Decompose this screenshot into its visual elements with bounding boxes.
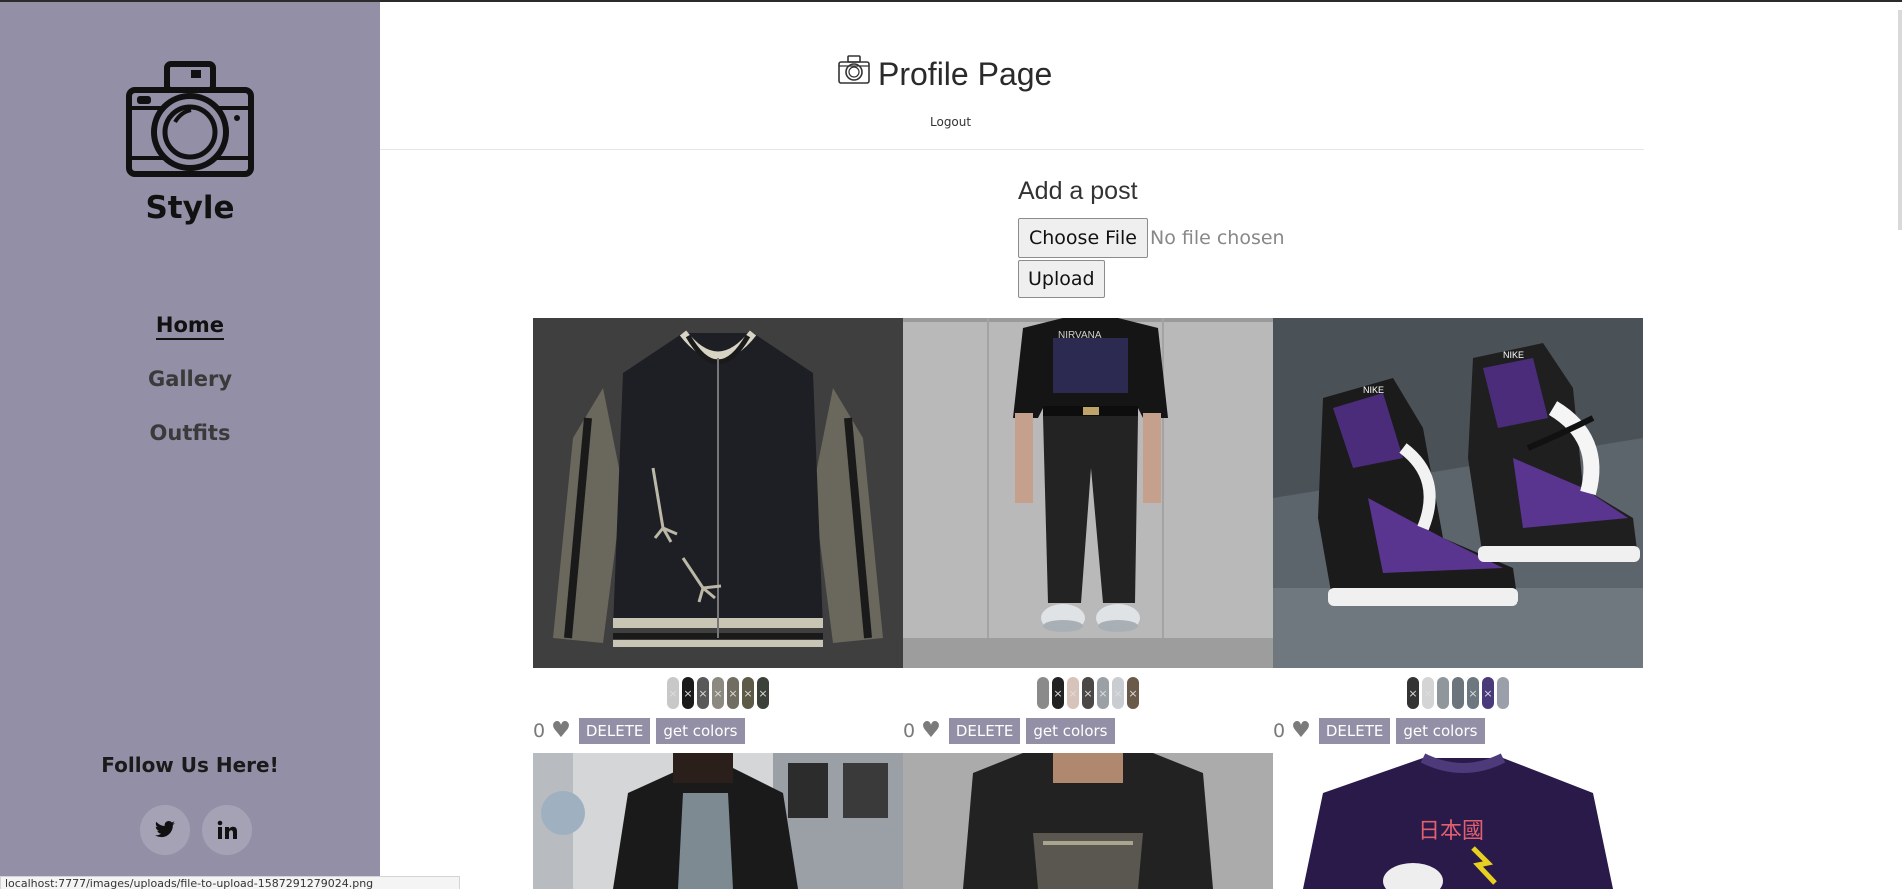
- nav-item-label: Gallery: [147, 367, 233, 391]
- color-swatch[interactable]: ×: [1127, 677, 1139, 709]
- color-swatches: × × × × × × ×: [533, 677, 903, 709]
- twitter-icon[interactable]: [140, 805, 190, 855]
- svg-text:NIKE: NIKE: [1503, 350, 1524, 360]
- scrollbar[interactable]: [1898, 10, 1902, 230]
- svg-text:NIRVANA: NIRVANA: [1058, 330, 1102, 341]
- color-swatch[interactable]: ×: [697, 677, 709, 709]
- svg-text:NIKE: NIKE: [1363, 385, 1384, 395]
- color-swatches: × × × ×: [1273, 677, 1643, 709]
- logout-link[interactable]: Logout: [930, 115, 971, 129]
- like-count: 0: [903, 720, 916, 742]
- post-image[interactable]: NIKE NIKE: [1273, 318, 1643, 668]
- color-swatch[interactable]: ×: [742, 677, 754, 709]
- color-swatches: × × × × × ×: [903, 677, 1273, 709]
- like-count: 0: [1273, 720, 1286, 742]
- color-swatch[interactable]: ×: [1482, 677, 1494, 709]
- delete-button[interactable]: DELETE: [578, 718, 651, 744]
- upload-button[interactable]: Upload: [1018, 260, 1105, 298]
- post-actions: 0 ♥ DELETE get colors: [903, 718, 1115, 744]
- choose-file-button[interactable]: Choose File: [1018, 218, 1148, 258]
- color-swatch[interactable]: ×: [1052, 677, 1064, 709]
- color-swatch[interactable]: [1452, 677, 1464, 709]
- color-swatch[interactable]: ×: [1407, 677, 1419, 709]
- camera-icon: [838, 55, 870, 93]
- nav-item-outfits[interactable]: Outfits: [0, 418, 380, 472]
- color-swatch[interactable]: [1437, 677, 1449, 709]
- file-status: No file chosen: [1150, 227, 1285, 249]
- linkedin-icon[interactable]: [202, 805, 252, 855]
- color-swatch[interactable]: ×: [1067, 677, 1079, 709]
- follow-heading: Follow Us Here!: [101, 753, 279, 777]
- header-divider: [380, 149, 1644, 150]
- post-image[interactable]: 日本國: [1273, 753, 1643, 889]
- social-links: [140, 805, 252, 855]
- color-swatch[interactable]: ×: [1097, 677, 1109, 709]
- color-swatch[interactable]: ×: [682, 677, 694, 709]
- get-colors-button[interactable]: get colors: [1396, 718, 1485, 744]
- heart-icon[interactable]: ♥: [551, 720, 571, 742]
- get-colors-button[interactable]: get colors: [1026, 718, 1115, 744]
- main-nav: Home Gallery Outfits: [0, 310, 380, 472]
- delete-button[interactable]: DELETE: [1318, 718, 1391, 744]
- svg-text:日本國: 日本國: [1418, 819, 1484, 844]
- post-image[interactable]: [533, 753, 903, 889]
- color-swatch[interactable]: ×: [727, 677, 739, 709]
- heart-icon[interactable]: ♥: [921, 720, 941, 742]
- color-swatch[interactable]: ×: [757, 677, 769, 709]
- color-swatch[interactable]: [1497, 677, 1509, 709]
- post-actions: 0 ♥ DELETE get colors: [533, 718, 745, 744]
- window-top-border: [0, 0, 1902, 2]
- color-swatch[interactable]: ×: [1112, 677, 1124, 709]
- heart-icon[interactable]: ♥: [1291, 720, 1311, 742]
- post-image[interactable]: [903, 753, 1273, 889]
- sidebar: Style Home Gallery Outfits Follow Us Her…: [0, 0, 380, 889]
- delete-button[interactable]: DELETE: [948, 718, 1021, 744]
- get-colors-button[interactable]: get colors: [656, 718, 745, 744]
- brand-name: Style: [145, 190, 235, 226]
- nav-item-label: Outfits: [149, 421, 231, 445]
- page-title-text: Profile Page: [878, 55, 1053, 92]
- post-image[interactable]: [533, 318, 903, 668]
- camera-icon[interactable]: [125, 60, 255, 178]
- color-swatch[interactable]: [1037, 677, 1049, 709]
- like-count: 0: [533, 720, 546, 742]
- status-bar: localhost:7777/images/uploads/file-to-up…: [0, 876, 460, 889]
- color-swatch[interactable]: ×: [1082, 677, 1094, 709]
- post-image[interactable]: NIRVANA: [903, 318, 1273, 668]
- add-post-title: Add a post: [1018, 177, 1138, 205]
- post-actions: 0 ♥ DELETE get colors: [1273, 718, 1485, 744]
- page-title: Profile Page: [838, 52, 1052, 96]
- nav-item-gallery[interactable]: Gallery: [0, 364, 380, 418]
- color-swatch[interactable]: ×: [1422, 677, 1434, 709]
- color-swatch[interactable]: ×: [1467, 677, 1479, 709]
- color-swatch[interactable]: ×: [712, 677, 724, 709]
- nav-item-home[interactable]: Home: [0, 310, 380, 364]
- nav-item-label: Home: [155, 313, 225, 340]
- color-swatch[interactable]: ×: [667, 677, 679, 709]
